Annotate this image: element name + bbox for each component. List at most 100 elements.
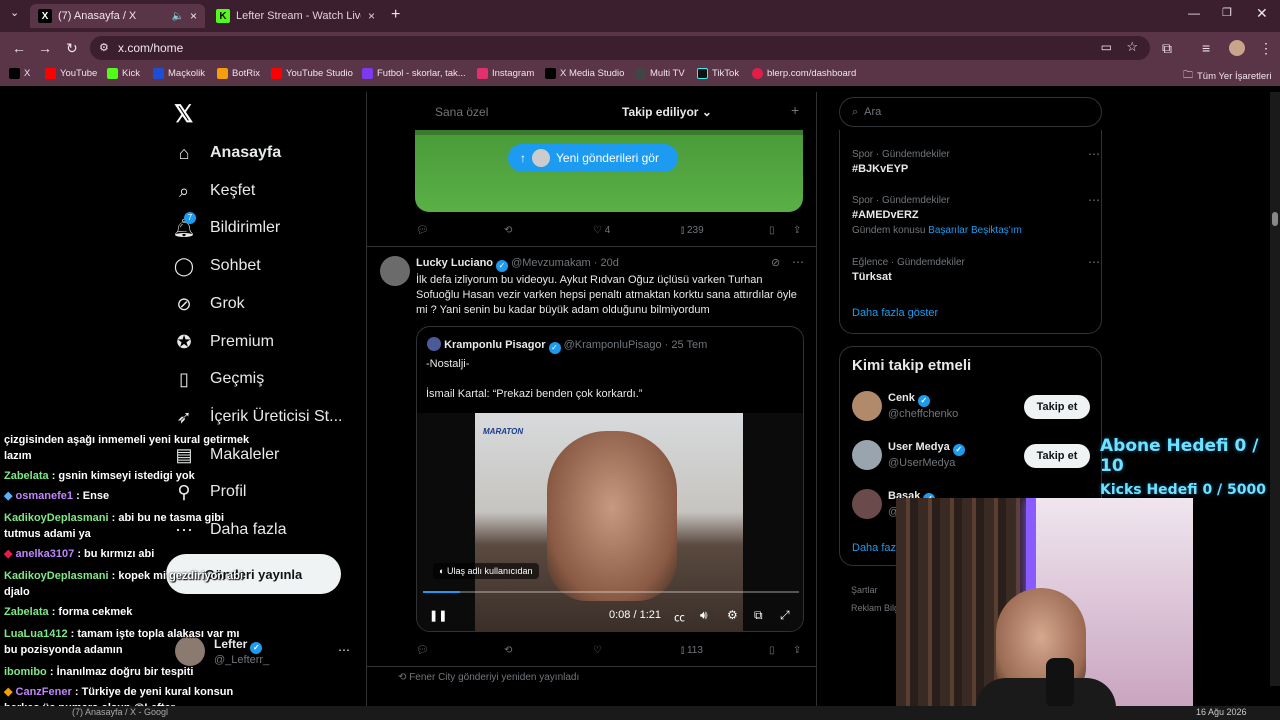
trend-menu-icon[interactable]: ⋯ (1088, 193, 1100, 207)
heart-icon[interactable]: ♡ (593, 645, 602, 656)
post2-handle[interactable]: @Mevzumakam (511, 257, 591, 269)
speaker-icon[interactable]: 🔈 (172, 11, 184, 22)
post2-avatar[interactable] (380, 256, 410, 286)
nav-grok[interactable]: ⊘ Grok (174, 294, 244, 314)
extensions-icon[interactable]: ⧉ (1162, 40, 1172, 57)
new-posts-pill[interactable]: ↑ Yeni gönderileri gör (508, 144, 678, 172)
trend-link[interactable]: Başarılar Beşiktaş'ım (928, 225, 1022, 236)
taskbar-window-label[interactable]: (7) Anasayfa / X - Googl (72, 707, 168, 717)
account-menu-icon[interactable]: ⋯ (338, 643, 350, 657)
reply-icon[interactable]: 💬︎ (416, 645, 429, 656)
minimize-icon[interactable]: — (1188, 6, 1200, 20)
bookmark-futbol[interactable]: Futbol - skorlar, tak... (362, 68, 466, 79)
tab-x-home[interactable]: X (7) Anasayfa / X 🔈 × (30, 4, 205, 28)
nav-bookmarks[interactable]: ▯ Geçmiş (174, 369, 264, 389)
bookmark-youtube[interactable]: YouTube (45, 68, 97, 79)
trend-item[interactable]: Spor · Gündemdekiler #AMEDvERZ Gündem ko… (852, 193, 1100, 236)
quote-tweet[interactable]: Kramponlu Pisagor ✓ @KramponluPisago · 25… (416, 326, 804, 632)
views-button[interactable]: ⫾ 113 (681, 645, 703, 656)
bookmark-kick[interactable]: Kick (107, 68, 140, 79)
pause-icon[interactable]: ❚❚ (429, 609, 447, 622)
page-scrollbar[interactable] (1270, 92, 1280, 686)
bookmark-youtube-studio[interactable]: YouTube Studio (271, 68, 353, 79)
bookmark-blerp[interactable]: blerp.com/dashboard (752, 68, 856, 79)
post-menu-icon[interactable]: ⋯ (792, 255, 804, 269)
who-show-more[interactable]: Daha faz (852, 542, 896, 554)
address-bar[interactable]: ⚙ x.com/home ▭ ☆ (90, 36, 1150, 60)
bookmark-mackolik[interactable]: Maçkolik (153, 68, 205, 79)
like-button[interactable]: ♡ 4 (593, 225, 610, 236)
settings-gear-icon[interactable]: ⚙ (727, 608, 738, 622)
close-tab-icon[interactable]: × (368, 9, 375, 23)
new-tab-icon[interactable]: + (391, 6, 400, 24)
reply-icon[interactable]: 💬︎ (416, 225, 429, 236)
tab-for-you[interactable]: Sana özel (435, 105, 488, 119)
all-bookmarks-folder[interactable]: 🗀 Tüm Yer İşaretleri (1183, 68, 1271, 85)
media-icon[interactable]: ≡ (1202, 40, 1210, 56)
search-input[interactable]: ⌕ Ara (839, 97, 1102, 127)
chat-message: çizgisinden aşağı inmemeli yeni kural ge… (4, 434, 250, 462)
bookmark-botrix[interactable]: BotRix (217, 68, 260, 79)
follow-button[interactable]: Takip et (1024, 444, 1090, 468)
bookmark-x-media-studio[interactable]: X Media Studio (545, 68, 624, 79)
volume-icon[interactable]: 🔊︎ (700, 608, 708, 623)
pip-icon[interactable]: ⧉ (754, 608, 763, 623)
share-icon[interactable]: ⇪ (793, 225, 801, 236)
views-button[interactable]: ⫾ 239 (681, 225, 704, 236)
close-window-icon[interactable]: ✕ (1256, 5, 1268, 22)
close-tab-icon[interactable]: × (190, 9, 197, 23)
x-icon (545, 68, 556, 79)
trend-item[interactable]: Spor · Gündemdekiler #BJKvEYP ⋯ (852, 147, 1100, 175)
bookmark-x[interactable]: X (9, 68, 30, 79)
bookmark-instagram[interactable]: Instagram (477, 68, 534, 79)
forward-icon[interactable]: → (38, 40, 52, 56)
video-progress[interactable] (423, 591, 799, 593)
post2-author[interactable]: Lucky Luciano (416, 257, 493, 269)
nav-explore[interactable]: ⌕ Keşfet (174, 181, 255, 201)
bookmark-multi-tv[interactable]: Multi TV (635, 68, 685, 79)
nav-creator-studio[interactable]: ➶ İçerik Üreticisi St... (174, 407, 342, 427)
suggestion-name[interactable]: Cenk ✓ (888, 392, 930, 407)
site-info-icon[interactable]: ⚙ (99, 41, 109, 54)
repost-icon[interactable]: ⟲ (504, 225, 512, 236)
grok-post-icon[interactable]: ⊘ (771, 256, 780, 269)
tab-kick-stream[interactable]: K Lefter Stream - Watch Live on K × (208, 4, 383, 28)
cast-icon[interactable]: ▭ (1101, 40, 1112, 54)
footer-terms[interactable]: Şartlar (851, 585, 878, 595)
star-icon[interactable]: ☆ (1126, 39, 1138, 55)
repost-icon[interactable]: ⟲ (504, 645, 512, 656)
trends-show-more[interactable]: Daha fazla göster (852, 307, 938, 319)
share-icon[interactable]: ⇪ (793, 645, 801, 656)
post2-time[interactable]: · 20d (594, 257, 619, 269)
bookmark-icon[interactable]: ▯ (769, 645, 775, 656)
nav-chat[interactable]: ◯ Sohbet (174, 256, 261, 276)
reload-icon[interactable]: ↻ (66, 40, 78, 57)
bookmark-icon[interactable]: ▯ (769, 225, 775, 236)
suggestion-avatar[interactable] (852, 391, 882, 421)
footer-ads-info[interactable]: Reklam Bilg (851, 603, 899, 613)
profile-avatar-icon[interactable] (1229, 40, 1245, 56)
trend-menu-icon[interactable]: ⋯ (1088, 255, 1100, 269)
suggestion-name[interactable]: User Medya ✓ (888, 441, 965, 456)
trend-menu-icon[interactable]: ⋯ (1088, 147, 1100, 161)
nav-home[interactable]: ⌂ Anasayfa (174, 143, 282, 163)
video-player[interactable]: MARATON ◐ Ulaş adlı kullanıcıdan ❚❚ 0:08… (417, 413, 803, 631)
bookmark-tiktok[interactable]: TikTok (697, 68, 739, 79)
suggestion-avatar[interactable] (852, 489, 882, 519)
captions-icon[interactable]: ㏄ (674, 609, 685, 625)
tab-search-icon[interactable]: ⌄ (10, 6, 19, 19)
tab-following[interactable]: Takip ediliyor ⌄ (622, 105, 712, 119)
fullscreen-icon[interactable]: ⤢ (780, 608, 790, 623)
x-logo-icon[interactable]: 𝕏 (174, 100, 193, 129)
nav-premium[interactable]: ✪ Premium (174, 332, 274, 352)
scrollbar-thumb[interactable] (1272, 212, 1278, 226)
suggestion-avatar[interactable] (852, 440, 882, 470)
restore-icon[interactable]: ❐ (1222, 6, 1232, 19)
chat-message: LuaLua1412 : tamam işte topla alakası va… (4, 628, 240, 656)
menu-kebab-icon[interactable]: ⋮ (1259, 40, 1273, 57)
back-icon[interactable]: ← (12, 40, 26, 56)
follow-button[interactable]: Takip et (1024, 395, 1090, 419)
add-tab-icon[interactable]: + (791, 102, 799, 118)
trend-item[interactable]: Eğlence · Gündemdekiler Türksat ⋯ (852, 255, 1100, 283)
nav-notifications[interactable]: 🔔︎ 7 Bildirimler (173, 212, 280, 238)
